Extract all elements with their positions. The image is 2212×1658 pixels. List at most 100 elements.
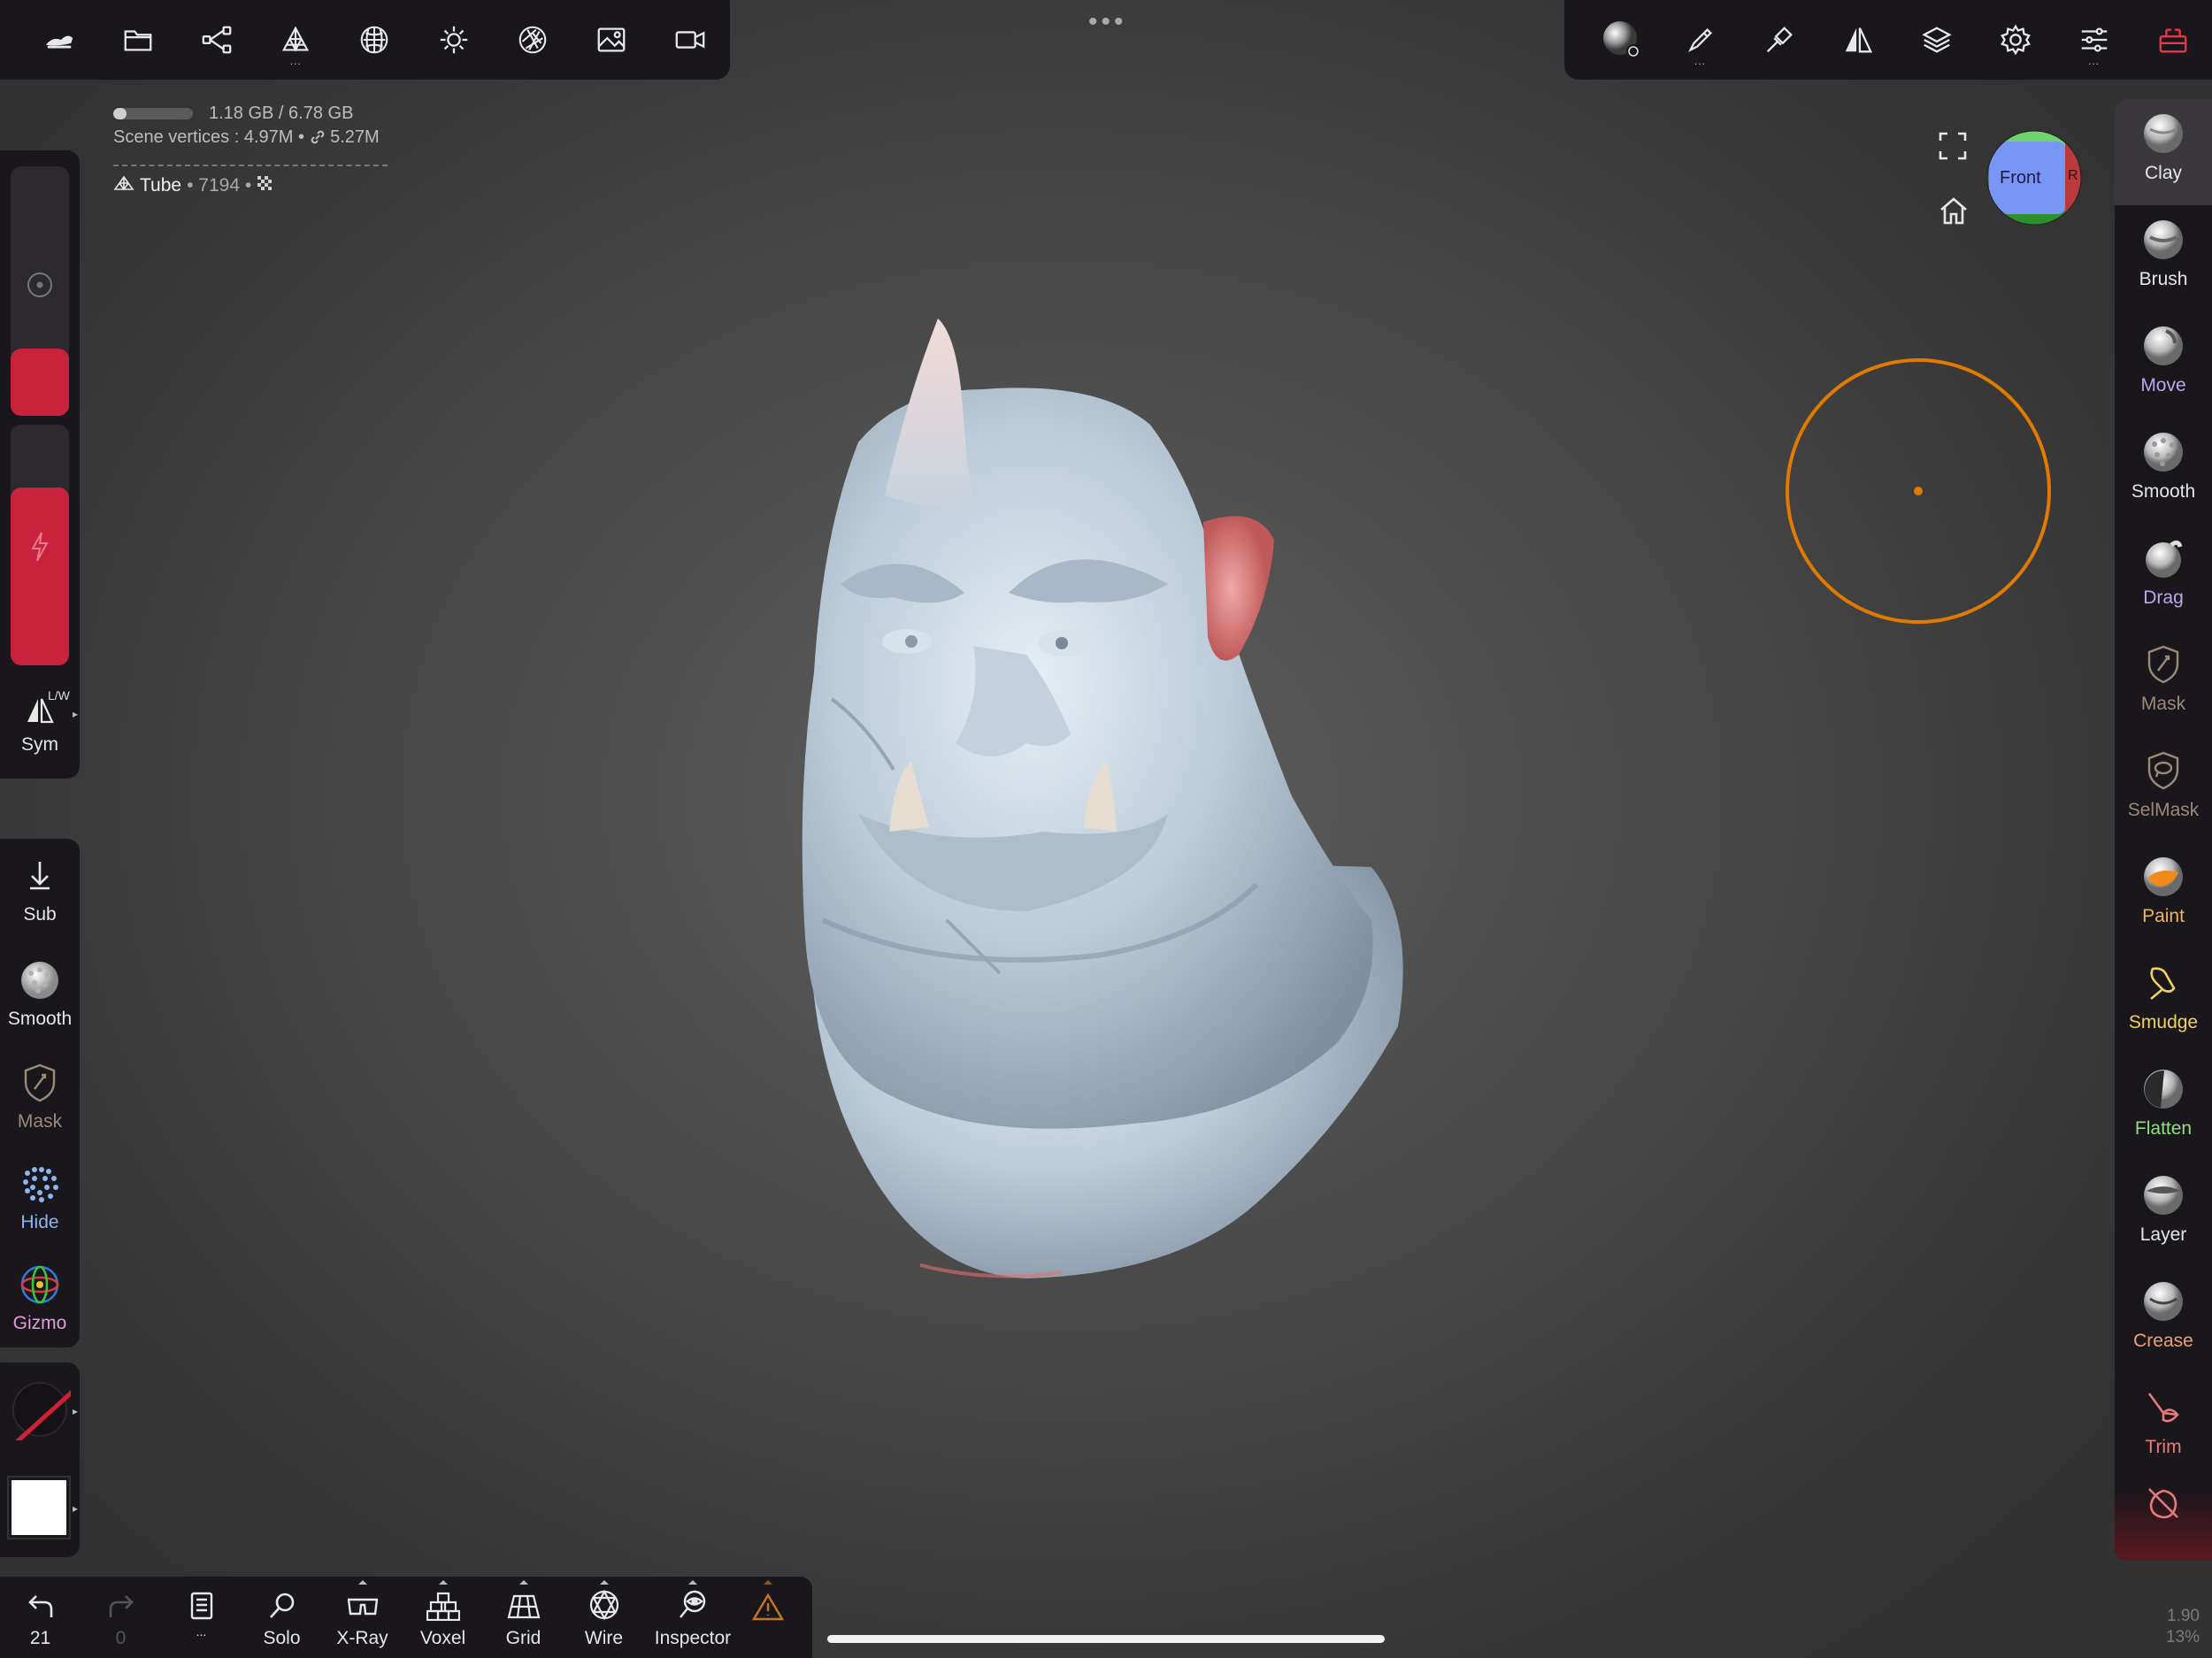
flatten-label: Flatten <box>2134 1118 2193 1139</box>
roughness-expand-caret[interactable]: ▸ <box>73 1405 78 1417</box>
undo-button[interactable]: 21 <box>0 1577 81 1658</box>
tool-flatten[interactable]: Flatten <box>2115 1055 2212 1161</box>
warning-button[interactable] <box>741 1577 795 1658</box>
inspector-caret-icon <box>688 1580 697 1585</box>
link-icon <box>310 129 326 150</box>
tool-split[interactable] <box>2115 1469 2212 1575</box>
gizmo-label: Gizmo <box>12 1313 67 1333</box>
brush-radius-cursor <box>1786 358 2051 624</box>
xray-caret-icon <box>357 1580 367 1585</box>
material-icon[interactable] <box>335 0 414 80</box>
tool-smudge[interactable]: Smudge <box>2115 948 2212 1055</box>
active-mesh-row: Tube • 7194 • <box>113 175 388 196</box>
tool-move[interactable]: Move <box>2115 311 2212 418</box>
tool-crease[interactable]: Crease <box>2115 1267 2212 1373</box>
smooth-button[interactable]: Smooth <box>0 959 80 1030</box>
painting-icon[interactable]: ... <box>1661 0 1740 80</box>
intensity-icon <box>29 531 50 567</box>
clay-label: Clay <box>2144 163 2182 183</box>
grid-caret-icon <box>518 1580 528 1585</box>
smooth-label: Smooth <box>2131 481 2196 502</box>
home-icon[interactable] <box>1938 195 1970 226</box>
camera-icon[interactable] <box>651 0 730 80</box>
tool-settings-icon[interactable]: ... <box>2055 0 2133 80</box>
interface-icon[interactable] <box>2133 0 2212 80</box>
hide-label: Hide <box>20 1212 59 1232</box>
view-cube[interactable]: Front R <box>1985 129 2083 226</box>
history-icon <box>161 1577 242 1621</box>
radius-slider[interactable] <box>11 166 69 416</box>
sculpted-orc-head[interactable] <box>761 301 1433 1301</box>
material-ball-icon[interactable] <box>1582 0 1661 80</box>
move-icon <box>2141 324 2185 368</box>
history-button[interactable]: ... <box>161 1577 242 1658</box>
zoom-value: 1.90 <box>2167 1607 2200 1625</box>
zoom-percent: 13% <box>2165 1628 2200 1646</box>
settings-icon[interactable] <box>1976 0 2055 80</box>
tool-layer[interactable]: Layer <box>2115 1161 2212 1267</box>
symmetry-icon[interactable] <box>1818 0 1897 80</box>
postprocess-icon[interactable] <box>493 0 572 80</box>
smooth-label: Smooth <box>7 1009 73 1029</box>
view-cube-right-label: R <box>2068 168 2078 183</box>
radius-icon <box>26 271 54 303</box>
sym-label: Sym <box>21 734 58 755</box>
voxel-caret-icon <box>438 1580 448 1585</box>
sym-toggle[interactable]: L/W ▸ Sym <box>0 681 80 770</box>
lighting-icon[interactable] <box>414 0 493 80</box>
home-indicator[interactable] <box>827 1635 1385 1643</box>
inspector-button[interactable]: Inspector <box>644 1577 741 1658</box>
intensity-slider[interactable] <box>11 425 69 665</box>
paint-color-expand-caret[interactable]: ▸ <box>73 1502 78 1515</box>
mask-button[interactable]: Mask <box>0 1062 80 1132</box>
drag-label: Drag <box>2143 587 2184 608</box>
scene-icon[interactable] <box>177 0 256 80</box>
smooth-icon <box>2141 430 2185 474</box>
memory-bar <box>113 107 193 119</box>
wire-button[interactable]: Wire <box>564 1577 644 1658</box>
flatten-icon <box>2141 1067 2185 1111</box>
mask-label: Mask <box>2140 694 2186 714</box>
topology-icon[interactable]: ... <box>257 0 335 80</box>
tool-brush[interactable]: Brush <box>2115 205 2212 311</box>
center-menu-dots[interactable]: ••• <box>1088 7 1127 37</box>
voxel-label: Voxel <box>419 1628 466 1648</box>
hide-button[interactable]: Hide <box>0 1163 80 1233</box>
sym-badge: L/W <box>48 688 70 702</box>
fullscreen-icon[interactable] <box>1938 131 1968 161</box>
files-icon[interactable] <box>98 0 177 80</box>
layers-icon[interactable] <box>1897 0 1976 80</box>
tool-paint[interactable]: Paint <box>2115 842 2212 948</box>
roughness-swatch[interactable] <box>9 1378 85 1449</box>
gizmo-icon <box>19 1263 61 1306</box>
logo-icon[interactable] <box>19 0 98 80</box>
vertices-row: Scene vertices : 4.97M • 5.27M <box>113 127 388 154</box>
view-cube-front-label: Front <box>2000 168 2041 188</box>
tool-clay[interactable]: Clay <box>2115 99 2212 205</box>
tool-selmask[interactable]: SelMask <box>2115 736 2212 842</box>
redo-button[interactable]: 0 <box>81 1577 161 1658</box>
trim-label: Trim <box>2145 1437 2182 1457</box>
solo-button[interactable]: Solo <box>242 1577 322 1658</box>
trim-icon <box>2141 1386 2185 1430</box>
voxel-button[interactable]: Voxel <box>403 1577 483 1658</box>
smudge-icon <box>2141 961 2185 1005</box>
sub-button[interactable]: Sub <box>0 855 80 925</box>
memory-text: 1.18 GB / 6.78 GB <box>209 103 354 123</box>
redo-icon <box>81 1577 161 1621</box>
tool-mask[interactable]: Mask <box>2115 630 2212 736</box>
stroke-icon[interactable] <box>1740 0 1818 80</box>
tool-trim[interactable]: Trim <box>2115 1373 2212 1479</box>
grid-button[interactable]: Grid <box>483 1577 564 1658</box>
layer-label: Layer <box>2139 1224 2187 1245</box>
gizmo-button[interactable]: Gizmo <box>0 1263 80 1334</box>
xray-button[interactable]: X-Ray <box>322 1577 403 1658</box>
tool-smooth[interactable]: Smooth <box>2115 418 2212 524</box>
scene-info: 1.18 GB / 6.78 GB Scene vertices : 4.97M… <box>113 99 388 196</box>
tool-drag[interactable]: Drag <box>2115 524 2212 630</box>
brush-label: Brush <box>2139 269 2188 289</box>
background-icon[interactable] <box>572 0 651 80</box>
zoom-readout: 1.90 13% <box>2166 1606 2200 1648</box>
paint-color-swatch[interactable] <box>7 1476 71 1539</box>
left-sidebar: L/W ▸ Sym <box>0 150 80 779</box>
